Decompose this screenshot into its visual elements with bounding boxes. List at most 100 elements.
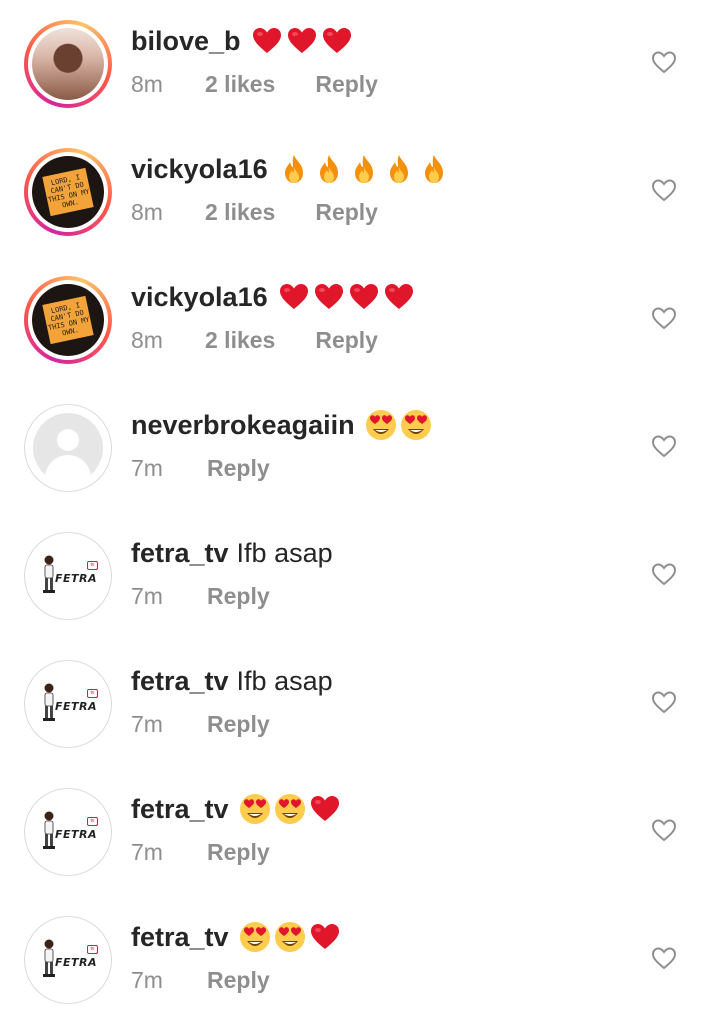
comment-username[interactable]: bilove_b [131, 26, 241, 57]
heart-emoji-icon [313, 281, 345, 313]
heart-emoji-icon [321, 25, 353, 57]
comment-username[interactable]: fetra_tv [131, 538, 229, 569]
comment-row: LORD, I CAN'T DO THIS ON MY OWN. vickyola… [0, 256, 720, 384]
fire-emoji-icon [383, 153, 415, 185]
fetra-tv-badge: tv [87, 817, 98, 826]
heart-outline-icon[interactable] [650, 304, 678, 332]
reply-button[interactable]: Reply [207, 836, 270, 868]
heart-emoji-icon [348, 281, 380, 313]
comment-username[interactable]: fetra_tv [131, 666, 229, 697]
likes-count[interactable]: 2 likes [205, 324, 275, 356]
avatar[interactable] [24, 404, 112, 492]
comment-content: fetra_tv Ifb asap [131, 534, 333, 572]
comment-meta: 7m Reply [131, 836, 270, 868]
heart-emoji-icon [286, 25, 318, 57]
comment-meta: 7m Reply [131, 964, 270, 996]
comment-timestamp: 7m [131, 455, 163, 481]
comment-content: vickyola16 [131, 150, 453, 188]
comment-username[interactable]: vickyola16 [131, 282, 268, 313]
comment-username[interactable]: neverbrokeagaiin [131, 410, 355, 441]
fetra-logo-text: FETRA [55, 828, 98, 841]
comment-content: bilove_b [131, 22, 356, 60]
comment-emojis [239, 921, 344, 953]
heart-emoji-icon [309, 793, 341, 825]
comment-emojis [251, 25, 356, 57]
comment-row: FETRA tv fetra_tv 7m Reply [0, 768, 720, 896]
heart-outline-icon[interactable] [650, 944, 678, 972]
heart-outline-icon[interactable] [650, 432, 678, 460]
avatar[interactable] [24, 20, 112, 108]
avatar[interactable]: LORD, I CAN'T DO THIS ON MY OWN. [24, 276, 112, 364]
reply-button[interactable]: Reply [207, 580, 270, 612]
heart-outline-icon[interactable] [650, 176, 678, 204]
avatar[interactable]: FETRA tv [24, 660, 112, 748]
avatar[interactable]: LORD, I CAN'T DO THIS ON MY OWN. [24, 148, 112, 236]
heart-eyes-emoji-icon [274, 793, 306, 825]
fetra-logo-text: FETRA [55, 572, 98, 585]
default-avatar-head [57, 429, 79, 451]
comment-timestamp: 8m [131, 199, 163, 225]
fire-emoji-icon [278, 153, 310, 185]
avatar[interactable]: FETRA tv [24, 532, 112, 620]
avatar[interactable]: FETRA tv [24, 916, 112, 1004]
heart-eyes-emoji-icon [365, 409, 397, 441]
heart-outline-icon[interactable] [650, 688, 678, 716]
avatar-image [33, 413, 103, 483]
comment-username[interactable]: fetra_tv [131, 794, 229, 825]
comment-row: FETRA tv fetra_tv Ifb asap 7m Reply [0, 640, 720, 768]
comment-content: fetra_tv Ifb asap [131, 662, 333, 700]
reply-button[interactable]: Reply [207, 708, 270, 740]
default-avatar-body [45, 455, 91, 483]
heart-outline-icon[interactable] [650, 816, 678, 844]
reply-button[interactable]: Reply [315, 196, 378, 228]
heart-emoji-icon [278, 281, 310, 313]
fire-emoji-icon [348, 153, 380, 185]
avatar-image [32, 28, 104, 100]
reply-button[interactable]: Reply [315, 68, 378, 100]
likes-count[interactable]: 2 likes [205, 68, 275, 100]
heart-outline-icon[interactable] [650, 48, 678, 76]
heart-emoji-icon [383, 281, 415, 313]
comment-username[interactable]: vickyola16 [131, 154, 268, 185]
comment-username[interactable]: fetra_tv [131, 922, 229, 953]
likes-count[interactable]: 2 likes [205, 196, 275, 228]
comment-meta: 8m 2 likes Reply [131, 196, 378, 228]
comment-meta: 7m Reply [131, 708, 270, 740]
comment-timestamp: 7m [131, 967, 163, 993]
comment-row: neverbrokeagaiin 7m Reply [0, 384, 720, 512]
comment-row: FETRA tv fetra_tv Ifb asap 7m Reply [0, 512, 720, 640]
avatar[interactable]: FETRA tv [24, 788, 112, 876]
heart-outline-icon[interactable] [650, 560, 678, 588]
fetra-tv-badge: tv [87, 561, 98, 570]
comment-row: FETRA tv fetra_tv 7m Reply [0, 896, 720, 1024]
comment-content: fetra_tv [131, 918, 344, 956]
comment-timestamp: 8m [131, 327, 163, 353]
fetra-tv-badge: tv [87, 689, 98, 698]
comment-content: fetra_tv [131, 790, 344, 828]
fetra-logo-text: FETRA [55, 956, 98, 969]
comment-emojis [239, 793, 344, 825]
avatar-image: FETRA tv [33, 669, 103, 739]
comment-content: neverbrokeagaiin [131, 406, 435, 444]
heart-emoji-icon [251, 25, 283, 57]
comment-row: LORD, I CAN'T DO THIS ON MY OWN. vickyola… [0, 128, 720, 256]
avatar-image: FETRA tv [33, 925, 103, 995]
comment-meta: 8m 2 likes Reply [131, 324, 378, 356]
avatar-image: FETRA tv [33, 797, 103, 867]
fetra-tv-badge: tv [87, 945, 98, 954]
fetra-logo-text: FETRA [55, 700, 98, 713]
heart-eyes-emoji-icon [400, 409, 432, 441]
fire-emoji-icon [418, 153, 450, 185]
reply-button[interactable]: Reply [207, 964, 270, 996]
comment-meta: 7m Reply [131, 580, 270, 612]
reply-button[interactable]: Reply [207, 452, 270, 484]
comment-meta: 7m Reply [131, 452, 270, 484]
avatar-image: FETRA tv [33, 541, 103, 611]
comment-content: vickyola16 [131, 278, 418, 316]
comment-emojis [278, 281, 418, 313]
comment-timestamp: 7m [131, 711, 163, 737]
heart-eyes-emoji-icon [274, 921, 306, 953]
comment-row: bilove_b 8m 2 likes Reply [0, 0, 720, 128]
reply-button[interactable]: Reply [315, 324, 378, 356]
comment-emojis [278, 153, 453, 185]
